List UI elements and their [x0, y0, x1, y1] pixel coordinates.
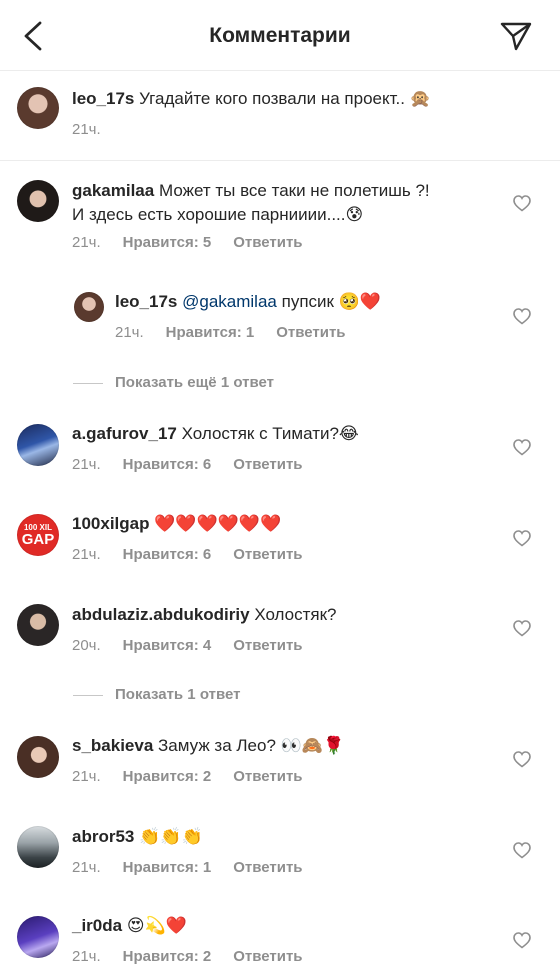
comment-username[interactable]: _ir0da: [72, 916, 122, 935]
divider-line: [73, 694, 103, 696]
comment-username[interactable]: gakamilaa: [72, 181, 154, 200]
comment-username[interactable]: leo_17s: [115, 292, 177, 311]
comment-time: 21ч.: [72, 768, 101, 785]
comment-time: 20ч.: [72, 637, 101, 654]
comment-username[interactable]: abror53: [72, 827, 134, 846]
show-more-replies[interactable]: Показать ещё 1 ответ: [73, 374, 274, 391]
avatar[interactable]: [17, 736, 59, 778]
avatar[interactable]: 100 XIL GAP: [17, 514, 59, 556]
comment-text: пупсик 🥺❤️: [281, 292, 382, 311]
likes-count[interactable]: Нравится: 5: [123, 234, 212, 251]
top-bar: Комментарии: [0, 0, 560, 71]
reply-button[interactable]: Ответить: [233, 859, 302, 876]
comment-time: 21ч.: [115, 324, 144, 341]
comment-username[interactable]: abdulaziz.abdukodiriy: [72, 605, 250, 624]
avatar[interactable]: [17, 424, 59, 466]
avatar[interactable]: [17, 826, 59, 868]
comment-time: 21ч.: [72, 859, 101, 876]
reply-button[interactable]: Ответить: [233, 456, 302, 473]
comment-username[interactable]: a.gafurov_17: [72, 424, 177, 443]
like-heart-icon[interactable]: [513, 620, 531, 637]
comment-username[interactable]: 100xilgap: [72, 514, 150, 533]
send-icon[interactable]: [500, 21, 532, 51]
comment-text: И здесь есть хорошие парнииии....😰: [72, 205, 364, 224]
show-more-replies[interactable]: Показать 1 ответ: [73, 686, 240, 703]
mention-link[interactable]: @gakamilaa: [182, 292, 277, 311]
comment-text: Замуж за Лео? 👀🙈🌹: [158, 736, 345, 755]
reply-button[interactable]: Ответить: [233, 637, 302, 654]
avatar[interactable]: [17, 180, 59, 222]
like-heart-icon[interactable]: [513, 195, 531, 212]
comment-time: 21ч.: [72, 234, 101, 251]
comment-text: Холостяк с Тимати?😂: [181, 424, 359, 443]
likes-count[interactable]: Нравится: 4: [123, 637, 212, 654]
likes-count[interactable]: Нравится: 1: [123, 859, 212, 876]
avatar[interactable]: [17, 87, 59, 129]
likes-count[interactable]: Нравится: 2: [123, 768, 212, 785]
caption-time: 21ч.: [72, 121, 101, 138]
reply-button[interactable]: Ответить: [233, 546, 302, 563]
like-heart-icon[interactable]: [513, 751, 531, 768]
reply-button[interactable]: Ответить: [276, 324, 345, 341]
like-heart-icon[interactable]: [513, 842, 531, 859]
reply-button[interactable]: Ответить: [233, 234, 302, 251]
like-heart-icon[interactable]: [513, 308, 531, 325]
avatar[interactable]: [74, 292, 104, 322]
comment-text: Холостяк?: [254, 605, 337, 624]
reply-button[interactable]: Ответить: [233, 768, 302, 785]
comment-text: ❤️❤️❤️❤️❤️❤️: [154, 514, 282, 533]
likes-count[interactable]: Нравится: 6: [123, 456, 212, 473]
comment-time: 21ч.: [72, 546, 101, 563]
comment-text: 👏👏👏: [139, 827, 203, 846]
comment-text: Может ты все таки не полетишь ?!: [158, 181, 430, 200]
comment-username[interactable]: s_bakieva: [72, 736, 153, 755]
post-caption: leo_17s Угадайте кого позвали на проект.…: [0, 70, 560, 161]
avatar[interactable]: [17, 604, 59, 646]
comment-time: 21ч.: [72, 456, 101, 473]
avatar-badge-text: GAP: [21, 531, 55, 548]
likes-count[interactable]: Нравится: 6: [123, 546, 212, 563]
like-heart-icon[interactable]: [513, 530, 531, 547]
like-heart-icon[interactable]: [513, 439, 531, 456]
caption-username[interactable]: leo_17s: [72, 89, 134, 108]
caption-text: Угадайте кого позвали на проект.. 🙊: [139, 89, 431, 108]
comment-text: 😍💫❤️: [126, 916, 187, 935]
avatar[interactable]: [17, 916, 59, 958]
like-heart-icon[interactable]: [513, 932, 531, 949]
divider-line: [73, 382, 103, 384]
page-title: Комментарии: [209, 24, 351, 47]
likes-count[interactable]: Нравится: 1: [166, 324, 255, 341]
